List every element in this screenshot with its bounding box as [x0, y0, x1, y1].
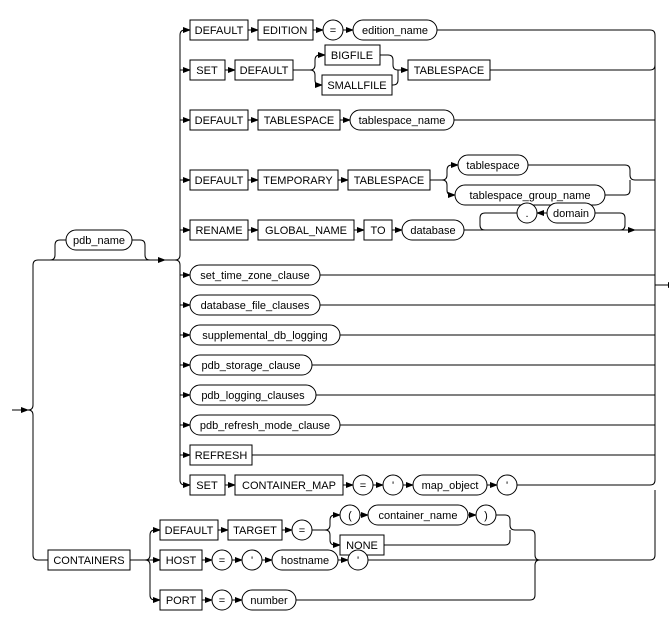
- svg-text:': ': [506, 480, 508, 492]
- svg-text:TO: TO: [370, 225, 386, 237]
- svg-text:NONE: NONE: [346, 540, 378, 552]
- svg-text:BIGFILE: BIGFILE: [331, 50, 373, 62]
- svg-text:PORT: PORT: [166, 595, 197, 607]
- svg-text:TABLESPACE: TABLESPACE: [414, 65, 485, 77]
- svg-text:.: .: [525, 208, 528, 220]
- svg-text:DEFAULT: DEFAULT: [195, 25, 244, 37]
- svg-text:container_name: container_name: [379, 510, 458, 522]
- svg-text:=: =: [330, 25, 336, 37]
- svg-text:SMALLFILE: SMALLFILE: [327, 80, 386, 92]
- svg-text:=: =: [219, 595, 225, 607]
- svg-text:DEFAULT: DEFAULT: [165, 525, 214, 537]
- svg-text:': ': [357, 555, 359, 567]
- svg-text:set_time_zone_clause: set_time_zone_clause: [200, 270, 309, 282]
- syntax-diagram: pdb_name DEFAULT EDITION = edition_name …: [10, 10, 669, 622]
- svg-text:DEFAULT: DEFAULT: [195, 115, 244, 127]
- svg-text:DEFAULT: DEFAULT: [195, 175, 244, 187]
- svg-text:': ': [251, 555, 253, 567]
- svg-text:hostname: hostname: [281, 555, 329, 567]
- svg-text:(: (: [348, 510, 352, 522]
- svg-text:number: number: [250, 595, 288, 607]
- svg-text:REFRESH: REFRESH: [195, 450, 248, 462]
- svg-text:tablespace_group_name: tablespace_group_name: [469, 190, 590, 202]
- svg-text:tablespace: tablespace: [466, 160, 519, 172]
- svg-text:DEFAULT: DEFAULT: [240, 65, 289, 77]
- svg-text:SET: SET: [196, 65, 218, 77]
- svg-text:RENAME: RENAME: [195, 225, 242, 237]
- svg-text:=: =: [299, 525, 305, 537]
- svg-text:TARGET: TARGET: [233, 525, 277, 537]
- svg-text:CONTAINER_MAP: CONTAINER_MAP: [242, 480, 336, 492]
- svg-text:tablespace_name: tablespace_name: [359, 115, 446, 127]
- svg-text:SET: SET: [196, 480, 218, 492]
- svg-text:=: =: [219, 555, 225, 567]
- svg-text:domain: domain: [553, 208, 589, 220]
- svg-text:pdb_refresh_mode_clause: pdb_refresh_mode_clause: [200, 420, 330, 432]
- svg-text:EDITION: EDITION: [263, 25, 308, 37]
- svg-text:GLOBAL_NAME: GLOBAL_NAME: [265, 225, 347, 237]
- svg-text:pdb_storage_clause: pdb_storage_clause: [201, 360, 300, 372]
- svg-text:TABLESPACE: TABLESPACE: [264, 115, 335, 127]
- svg-text:database: database: [410, 225, 455, 237]
- svg-text:supplemental_db_logging: supplemental_db_logging: [202, 330, 327, 342]
- svg-text:pdb_logging_clauses: pdb_logging_clauses: [201, 390, 305, 402]
- svg-text:': ': [392, 480, 394, 492]
- svg-text:map_object: map_object: [422, 480, 479, 492]
- svg-text:edition_name: edition_name: [362, 25, 428, 37]
- svg-text:CONTAINERS: CONTAINERS: [53, 555, 124, 567]
- svg-text:): ): [484, 510, 488, 522]
- svg-text:=: =: [360, 480, 366, 492]
- svg-text:database_file_clauses: database_file_clauses: [201, 300, 310, 312]
- svg-text:HOST: HOST: [166, 555, 197, 567]
- svg-text:TABLESPACE: TABLESPACE: [354, 175, 425, 187]
- svg-text:TEMPORARY: TEMPORARY: [263, 175, 333, 187]
- label-pdb-name: pdb_name: [73, 235, 125, 247]
